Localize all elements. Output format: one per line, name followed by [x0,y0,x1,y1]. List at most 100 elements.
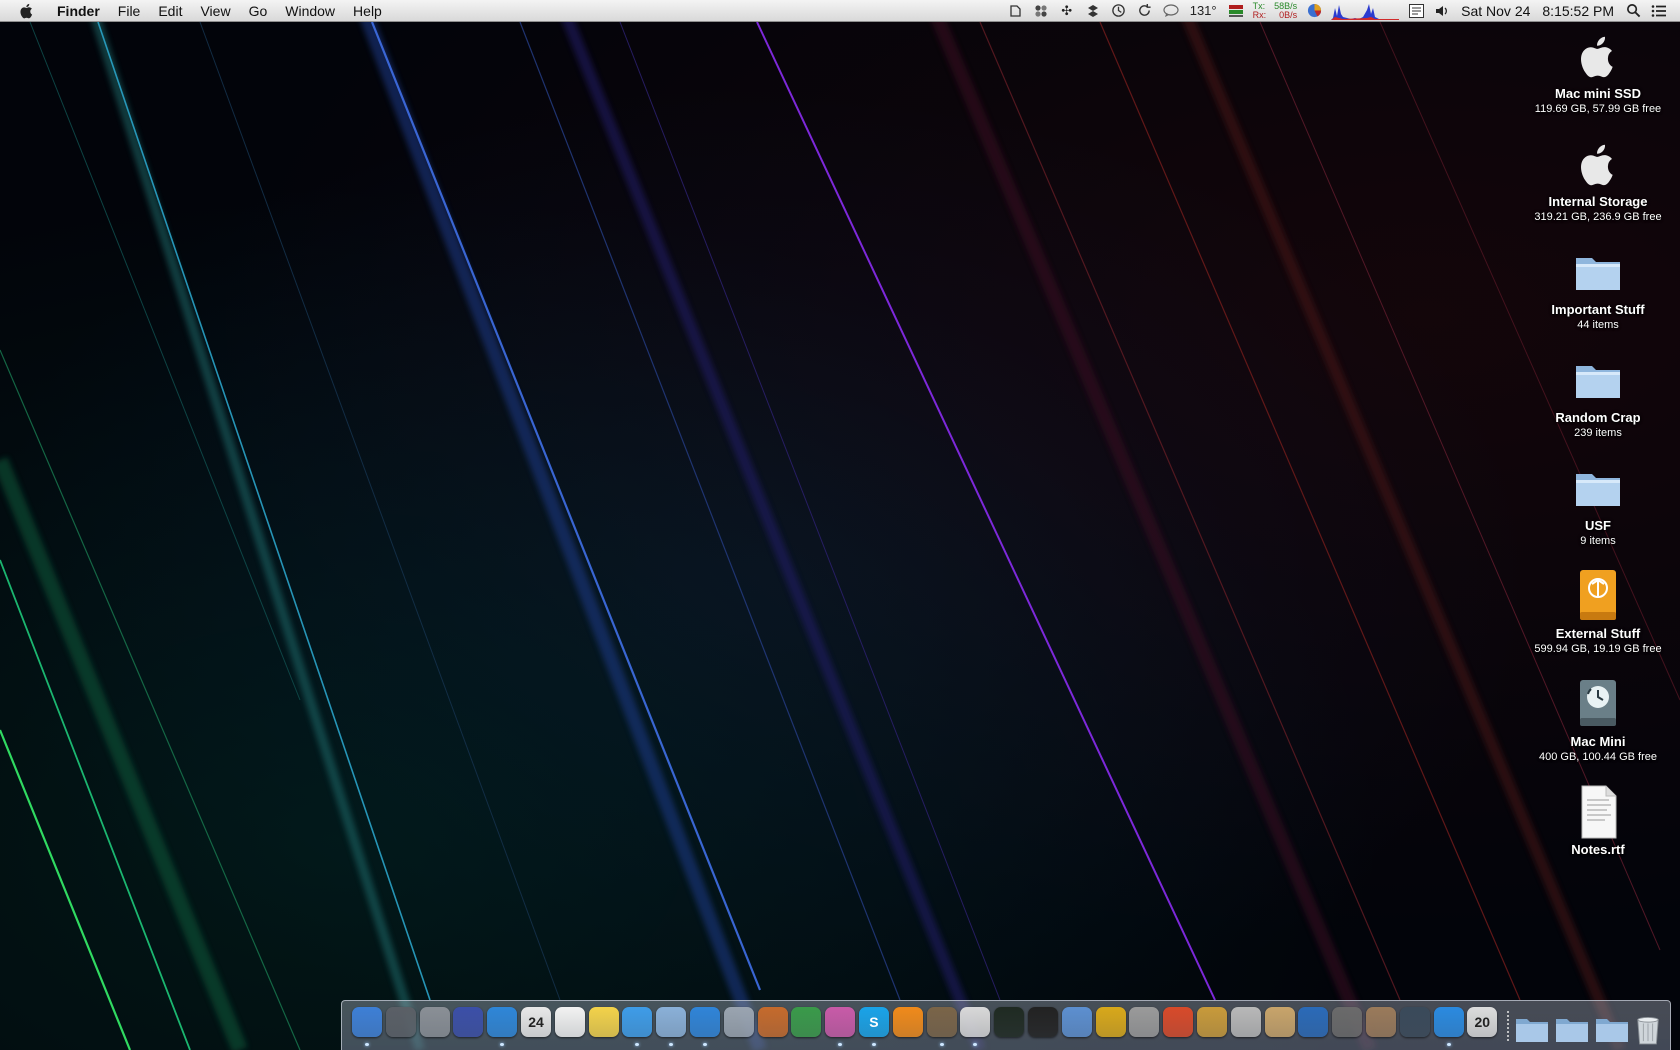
folder-icon [1570,244,1626,300]
dock-item-istat[interactable] [825,1007,856,1046]
dock-item-image-capture[interactable] [926,1007,957,1046]
menu-go[interactable]: Go [240,0,277,22]
menu-edit[interactable]: Edit [149,0,191,22]
dock-badge-label: 20 [1474,1014,1491,1030]
dock-item-keynote[interactable] [757,1007,788,1043]
disk-pie-icon[interactable] [1306,3,1322,19]
dock-item-app-store[interactable] [1433,1007,1464,1046]
cpu-temperature[interactable]: 131° [1190,3,1217,18]
desktop-icon-mac-mini-backup[interactable]: Mac Mini 400 GB, 100.44 GB free [1528,676,1668,764]
documents-folder-icon[interactable] [1555,1015,1589,1043]
finder-icon [352,1007,382,1037]
cpu-history-graph[interactable] [1331,2,1400,20]
mission-control-icon [385,1007,416,1037]
quicktime-icon [1298,1007,1329,1037]
dock-item-launchpad[interactable] [419,1007,450,1043]
iphoto-icon [1332,1007,1363,1037]
apple-logo-icon[interactable] [18,2,36,20]
sync-icon[interactable] [1137,3,1153,19]
desktop-icon-notes-rtf[interactable]: Notes.rtf [1528,784,1668,858]
desktop-icon-usf[interactable]: USF 9 items [1528,460,1668,548]
vlc-icon [892,1007,923,1037]
dock-item-iphoto[interactable] [1332,1007,1363,1043]
evernote-icon[interactable] [1007,3,1023,19]
dock-item-script-editor[interactable] [723,1007,754,1043]
dock-item-speed-download[interactable]: 20 [1467,1007,1498,1043]
dock-item-pages[interactable] [1196,1007,1227,1043]
dock-item-calendar[interactable]: 24 [520,1007,551,1043]
wunderlist-icon [1095,1007,1126,1037]
dock-item-quicktime[interactable] [1298,1007,1329,1043]
running-indicator [838,1043,843,1046]
bluetooth-mouse-icon[interactable]: ✣ [1059,3,1075,19]
dock-item-activity-monitor[interactable] [994,1007,1025,1043]
time-machine-icon[interactable] [1111,3,1127,19]
dock-item-numbers[interactable] [791,1007,822,1043]
dock-item-photo-booth[interactable] [1365,1007,1396,1043]
time-machine-icon [1399,1007,1430,1037]
desktop-icon-random-crap[interactable]: Random Crap 239 items [1528,352,1668,440]
menu-window[interactable]: Window [276,0,344,22]
messages-icon [622,1007,653,1037]
cloud-app-icon[interactable] [1033,3,1049,19]
dock-badge-label: S [869,1014,879,1030]
keynote-icon [757,1007,788,1037]
network-values[interactable]: 58B/s 0B/s [1274,1,1297,20]
itunes-icon [487,1007,518,1037]
desktop-icon-important-stuff[interactable]: Important Stuff 44 items [1528,244,1668,332]
dock-item-vlc[interactable] [892,1007,923,1043]
memory-meter-icon[interactable] [1228,3,1244,19]
desktop-icon-external-stuff[interactable]: External Stuff 599.94 GB, 19.19 GB free [1528,568,1668,656]
time-machine-drive-icon [1570,676,1626,732]
dock-item-finder[interactable] [352,1007,382,1046]
dock-item-wunderlist[interactable] [1095,1007,1126,1043]
menu-date[interactable]: Sat Nov 24 [1461,3,1530,19]
menu-bar: Finder File Edit View Go Window Help ✣ 1… [0,0,1680,22]
dock-item-contacts[interactable] [1264,1007,1295,1043]
folder-icon [1570,460,1626,516]
dock-item-stickies[interactable] [588,1007,619,1043]
menu-time[interactable]: 8:15:52 PM [1542,3,1614,19]
desktop-icon-mac-mini-ssd[interactable]: Mac mini SSD 119.69 GB, 57.99 GB free [1528,28,1668,116]
input-menu-icon[interactable] [1408,3,1424,19]
downloads-folder-icon[interactable] [1515,1015,1549,1043]
trash-icon[interactable] [1635,1015,1669,1045]
desktop-icon-name: External Stuff [1555,626,1641,641]
dock-item-mail[interactable] [656,1007,687,1046]
dock-item-chrome[interactable] [1163,1007,1194,1043]
safari-icon [689,1007,720,1037]
running-indicator [365,1043,369,1046]
wallpaper-streaks [0,0,1680,1050]
dock-item-preview[interactable] [960,1007,991,1046]
calendar-icon: 24 [520,1007,551,1037]
dock-item-time-machine[interactable] [1399,1007,1430,1043]
volume-icon[interactable] [1434,3,1450,19]
dock-item-mission-control[interactable] [385,1007,416,1043]
dock-icons: 24 S 20 [352,1007,1675,1046]
running-indicator [500,1043,505,1046]
notification-center-icon[interactable] [1651,3,1667,19]
imovie-icon [453,1007,484,1037]
menu-help[interactable]: Help [344,0,391,22]
dock-item-itunes[interactable] [487,1007,518,1046]
dock-item-imovie[interactable] [453,1007,484,1043]
dock-item-xcode[interactable] [1061,1007,1092,1043]
dock-item-calculator[interactable] [1129,1007,1160,1043]
messages-status-icon[interactable] [1163,3,1179,19]
menu-file[interactable]: File [109,0,150,22]
applications-folder-icon[interactable] [1595,1015,1629,1043]
dock-item-skype[interactable]: S [858,1007,889,1046]
dock-item-textedit[interactable] [554,1007,585,1043]
app-menu-finder[interactable]: Finder [48,0,109,22]
desktop-icon-internal-storage[interactable]: Internal Storage 319.21 GB, 236.9 GB fre… [1528,136,1668,224]
spotlight-search-icon[interactable] [1625,3,1641,19]
dock-item-safari[interactable] [689,1007,720,1046]
menu-view[interactable]: View [191,0,239,22]
numbers-icon [791,1007,822,1037]
dock-item-pixelmator[interactable] [1230,1007,1261,1043]
dropbox-icon[interactable] [1085,3,1101,19]
dock-separator[interactable] [1507,1011,1510,1043]
network-labels[interactable]: Tx: Rx: [1253,1,1267,20]
dock-item-terminal[interactable] [1027,1007,1058,1043]
dock-item-messages[interactable] [622,1007,653,1046]
